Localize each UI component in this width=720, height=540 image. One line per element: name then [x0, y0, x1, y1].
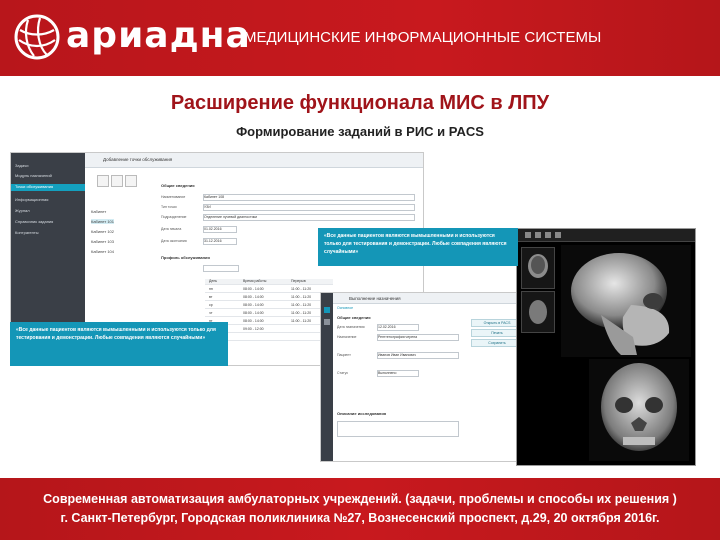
table-header: День Время работы Перерыв	[205, 279, 333, 285]
sidebar-item[interactable]: Задачи	[15, 163, 28, 170]
section-schedule: Профиль обслуживания	[161, 255, 210, 260]
cell: 11:00 - 11:20	[291, 295, 312, 299]
image-frontal[interactable]	[589, 359, 689, 461]
pacs-viewer	[516, 228, 696, 466]
field-label: Тип точки	[161, 205, 177, 209]
field-patient[interactable]: Иванов Иван Иванович	[377, 352, 459, 359]
slide-title: Расширение функционала МИС в ЛПУ	[170, 92, 550, 114]
disclaimer-note-right: «Все данные пациентов являются вымышленн…	[318, 228, 518, 266]
image-lateral[interactable]	[561, 245, 691, 357]
field-label: Назначение	[337, 335, 357, 339]
window-title: Добавление точки обслуживания	[103, 157, 173, 162]
tree-item[interactable]: Кабинет 101	[91, 219, 114, 224]
field-date[interactable]: 12.02.2016	[377, 324, 419, 331]
toolbar-button[interactable]	[111, 175, 123, 187]
window-header: Добавление точки обслуживания	[85, 153, 423, 168]
cell: 09:00 - 12:00	[243, 327, 264, 331]
logo-text: ариадна	[66, 15, 251, 56]
field-name[interactable]: Кабинет 108	[203, 194, 415, 201]
cell: ср	[209, 303, 213, 307]
field-type[interactable]: УЗИ	[203, 204, 415, 211]
toolbar-button[interactable]	[97, 175, 109, 187]
footer-line-1: Современная автоматизация амбулаторных у…	[43, 492, 677, 506]
field-label: Дата начала	[161, 227, 182, 231]
skull-thumb-icon	[529, 300, 547, 324]
viewer-tool-icon[interactable]	[545, 232, 551, 238]
series-thumbnail[interactable]	[521, 247, 555, 289]
description-field[interactable]	[337, 421, 459, 437]
section-description: Описание исследования	[337, 411, 387, 416]
viewer-toolbar	[517, 229, 695, 242]
tree-item[interactable]: Кабинет 102	[91, 229, 114, 234]
table-row[interactable]: ср 08:00 - 14:00 11:00 - 11:20	[205, 303, 333, 309]
strip-icon[interactable]	[324, 307, 330, 313]
field-label: Пациент	[337, 353, 351, 357]
header-subtitle: МЕДИЦИНСКИЕ ИНФОРМАЦИОННЫЕ СИСТЕМЫ	[244, 29, 602, 46]
tree-item[interactable]: Кабинет 104	[91, 249, 114, 254]
footer-line-2: г. Санкт-Петербург, Городская поликлиник…	[60, 511, 660, 525]
field-label: Подразделение	[161, 215, 187, 219]
table-row[interactable]: пн 08:00 - 14:00 11:00 - 11:20	[205, 287, 333, 293]
schedule-select[interactable]	[203, 265, 239, 272]
cell: 11:00 - 11:20	[291, 311, 312, 315]
viewer-tool-icon[interactable]	[535, 232, 541, 238]
table-row[interactable]: чт 08:00 - 14:00 11:00 - 11:20	[205, 311, 333, 317]
sidebar-item-active[interactable]: Точки обслуживания	[11, 184, 85, 191]
strip-icon[interactable]	[324, 319, 330, 325]
field-label: Дата назначения	[337, 325, 365, 329]
sidebar-item[interactable]: Справочник задания	[15, 219, 53, 226]
toolbar-button[interactable]	[125, 175, 137, 187]
cell: 08:00 - 14:00	[243, 295, 264, 299]
tree-item[interactable]: Кабинет 103	[91, 239, 114, 244]
field-label: Статус	[337, 371, 349, 375]
cell: вт	[209, 295, 213, 299]
cell: 08:00 - 14:00	[243, 311, 264, 315]
col-header: Перерыв	[291, 279, 306, 283]
cell: 11:00 - 11:20	[291, 319, 312, 323]
window-header: Выполнение назначения	[333, 293, 529, 304]
toolbar	[97, 175, 157, 187]
slide-subtitle: Формирование заданий в РИС и PACS	[236, 124, 484, 139]
skull-frontal-image	[601, 363, 677, 451]
footer-bar: Современная автоматизация амбулаторных у…	[0, 478, 720, 540]
col-header: День	[209, 279, 218, 283]
section-general: Общие сведения	[161, 183, 195, 188]
col-header: Время работы	[243, 279, 267, 283]
series-thumbnail[interactable]	[521, 291, 555, 333]
skull-lateral-image	[571, 253, 670, 355]
cell: чт	[209, 311, 213, 315]
sidebar-item[interactable]: Информационная	[15, 197, 48, 204]
cell: 08:00 - 14:00	[243, 287, 264, 291]
section-general: Общие сведения	[337, 315, 371, 320]
cell: пн	[209, 287, 213, 291]
skull-thumb-icon	[528, 254, 548, 278]
field-label: Дата окончания	[161, 239, 187, 243]
field-label: Наименование	[161, 195, 186, 199]
field-start-date[interactable]: 01.02.2016	[203, 226, 237, 233]
field-department[interactable]: Отделение лучевой диагностики	[203, 214, 415, 221]
field-end-date[interactable]: 31.12.2016	[203, 238, 237, 245]
header-bar: ариадна МЕДИЦИНСКИЕ ИНФОРМАЦИОННЫЕ СИСТЕ…	[0, 0, 720, 76]
viewer-tool-icon[interactable]	[555, 232, 561, 238]
viewer-tool-icon[interactable]	[525, 232, 531, 238]
table-row[interactable]: вт 08:00 - 14:00 11:00 - 11:20	[205, 295, 333, 301]
sidebar-item[interactable]: Модуль назначений	[15, 173, 52, 180]
field-status[interactable]: Выполнено	[377, 370, 419, 377]
cell: 11:00 - 11:20	[291, 303, 312, 307]
sidebar-item[interactable]: Контрагенты	[15, 230, 39, 237]
cell: 11:00 - 11:20	[291, 287, 312, 291]
tree-item[interactable]: Кабинет	[91, 209, 106, 214]
cell: 08:00 - 14:00	[243, 303, 264, 307]
screenshot-order-form: Выполнение назначения Основное Общие све…	[320, 292, 530, 462]
globe-grid-icon	[14, 14, 60, 60]
window-title: Выполнение назначения	[349, 296, 401, 301]
sidebar-item[interactable]: Журнал	[15, 208, 30, 215]
tab-main[interactable]: Основное	[337, 306, 353, 310]
disclaimer-note-left: «Все данные пациентов являются вымышленн…	[10, 322, 228, 366]
field-order[interactable]: Рентгенография черепа	[377, 334, 459, 341]
cell: 08:00 - 14:00	[243, 319, 264, 323]
